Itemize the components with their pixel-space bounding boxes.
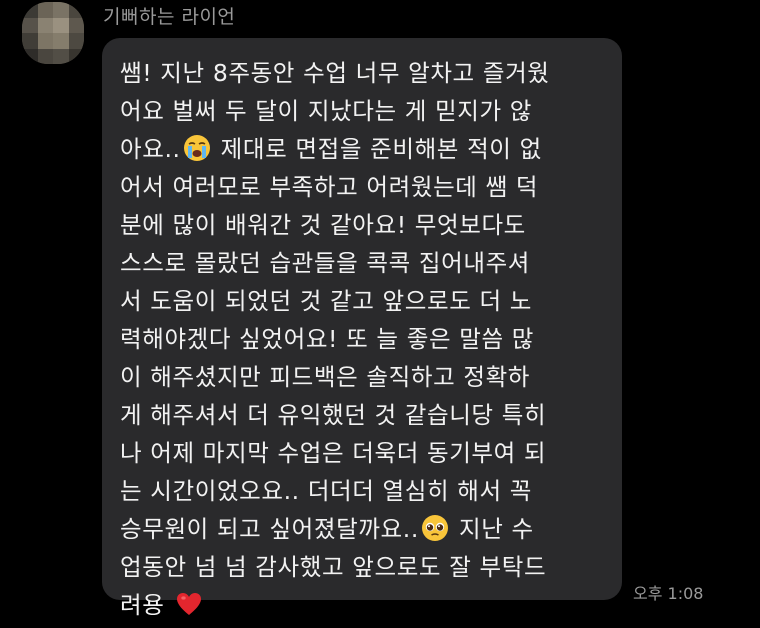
message-line-text: 스스로 몰랐던 습관들을 콕콕 집어내주셔 xyxy=(120,249,531,277)
message-line-text: 업동안 넘 넘 감사했고 앞으로도 잘 부탁드 xyxy=(120,553,547,581)
crying-face-icon xyxy=(183,134,211,162)
message-line-text: 려용 xyxy=(120,591,173,619)
message-line-text: 제대로 면접을 준비해본 적이 없 xyxy=(212,135,542,163)
message-text: 쌤! 지난 8주동안 수업 너무 알차고 즐거웠어요 벌써 두 달이 지났다는 … xyxy=(120,54,550,624)
message-line: 는 시간이었오요.. 더더더 열심히 해서 꼭 xyxy=(120,472,550,510)
message-line-text: 이 해주셨지만 피드백은 솔직하고 정확하 xyxy=(120,363,531,391)
message-line: 아요.. 제대로 면접을 준비해본 적이 없 xyxy=(120,130,550,168)
message-line-text: 는 시간이었오요.. 더더더 열심히 해서 꼭 xyxy=(120,477,533,505)
message-line-text: 쌤! 지난 8주동안 수업 너무 알차고 즐거웠 xyxy=(120,59,550,87)
message-line: 력해야겠다 싶었어요! 또 늘 좋은 말씀 많 xyxy=(120,320,550,358)
message-line-text: 어서 여러모로 부족하고 어려웠는데 쌤 덕 xyxy=(120,173,539,201)
message-line: 분에 많이 배워간 것 같아요! 무엇보다도 xyxy=(120,206,550,244)
message-line: 업동안 넘 넘 감사했고 앞으로도 잘 부탁드 xyxy=(120,548,550,586)
message-line-text: 나 어제 마지막 수업은 더욱더 동기부여 되 xyxy=(120,439,547,467)
message-line: 어서 여러모로 부족하고 어려웠는데 쌤 덕 xyxy=(120,168,550,206)
message-line: 어요 벌써 두 달이 지났다는 게 믿지가 않 xyxy=(120,92,550,130)
message-line: 서 도움이 되었던 것 같고 앞으로도 더 노 xyxy=(120,282,550,320)
avatar[interactable] xyxy=(22,2,84,64)
message-line-text: 어요 벌써 두 달이 지났다는 게 믿지가 않 xyxy=(120,97,533,125)
message-line: 이 해주셨지만 피드백은 솔직하고 정확하 xyxy=(120,358,550,396)
message-line-text: 분에 많이 배워간 것 같아요! 무엇보다도 xyxy=(120,211,526,239)
message-line: 게 해주셔서 더 유익했던 것 같습니당 특히 xyxy=(120,396,550,434)
message-line-text: 력해야겠다 싶었어요! 또 늘 좋은 말씀 많 xyxy=(120,325,534,353)
message-line-text: 서 도움이 되었던 것 같고 앞으로도 더 노 xyxy=(120,287,533,315)
red-heart-icon xyxy=(175,590,203,618)
message-line: 승무원이 되고 싶어졌달까요.. 지난 수 xyxy=(120,510,550,548)
message-line-text: 지난 수 xyxy=(450,515,534,543)
message-line: 려용 xyxy=(120,586,550,624)
sender-name: 기뻐하는 라이언 xyxy=(103,6,236,28)
message-line-text: 승무원이 되고 싶어졌달까요.. xyxy=(120,515,419,543)
chat-screen: 기뻐하는 라이언 쌤! 지난 8주동안 수업 너무 알차고 즐거웠어요 벌써 두… xyxy=(0,0,760,628)
message-line: 나 어제 마지막 수업은 더욱더 동기부여 되 xyxy=(120,434,550,472)
pleading-face-icon xyxy=(421,514,449,542)
message-line: 스스로 몰랐던 습관들을 콕콕 집어내주셔 xyxy=(120,244,550,282)
message-timestamp: 오후 1:08 xyxy=(633,584,704,603)
message-line: 쌤! 지난 8주동안 수업 너무 알차고 즐거웠 xyxy=(120,54,550,92)
message-line-text: 게 해주셔서 더 유익했던 것 같습니당 특히 xyxy=(120,401,547,429)
message-line-text: 아요.. xyxy=(120,135,181,163)
